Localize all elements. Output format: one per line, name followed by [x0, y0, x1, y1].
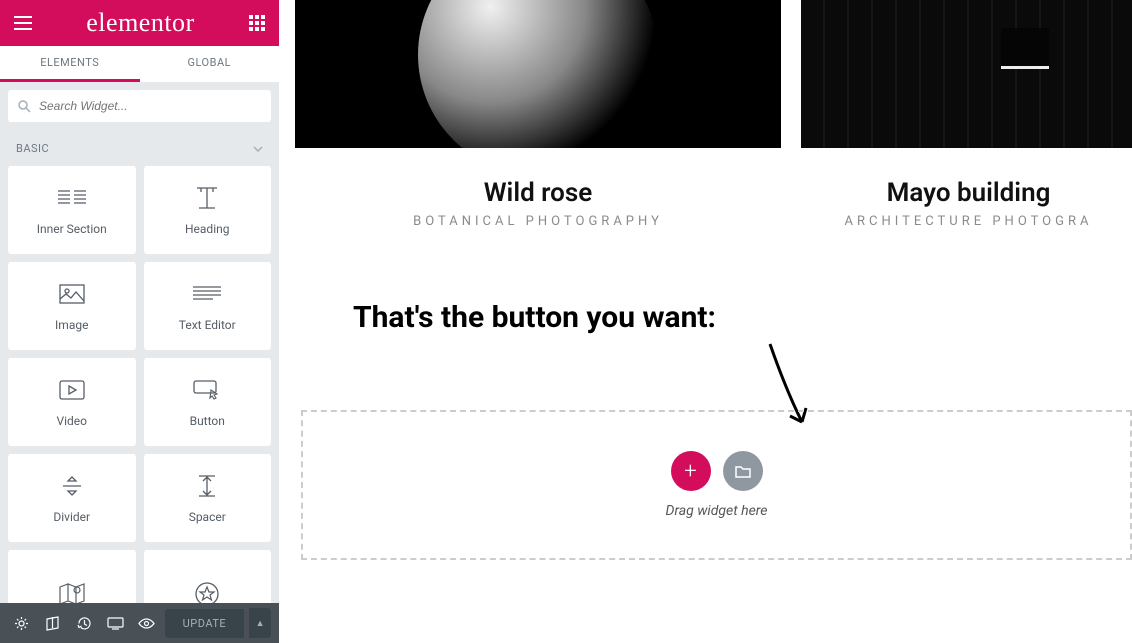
text-editor-icon — [193, 280, 221, 308]
settings-icon[interactable] — [8, 608, 35, 638]
brand-logo: elementor — [86, 8, 194, 38]
widget-spacer[interactable]: Spacer — [144, 454, 272, 542]
chevron-down-icon — [253, 142, 263, 155]
portfolio-subtitle: BOTANICAL PHOTOGRAPHY — [295, 214, 781, 229]
widget-label: Inner Section — [37, 222, 107, 236]
search-container — [0, 82, 279, 130]
widget-label: Divider — [53, 510, 90, 524]
tab-global[interactable]: GLOBAL — [140, 46, 280, 82]
image-icon — [59, 280, 85, 308]
columns-icon — [58, 184, 86, 212]
elementor-panel: elementor ELEMENTS GLOBAL BASIC Inner Se… — [0, 0, 279, 643]
widget-inner-section[interactable]: Inner Section — [8, 166, 136, 254]
tab-elements[interactable]: ELEMENTS — [0, 46, 140, 82]
widget-button[interactable]: Button — [144, 358, 272, 446]
widget-video[interactable]: Video — [8, 358, 136, 446]
annotation-text: That's the button you want: — [353, 300, 716, 335]
widget-label: Button — [190, 414, 225, 428]
panel-header: elementor — [0, 0, 279, 46]
preview-icon[interactable] — [133, 608, 160, 638]
widget-label: Spacer — [189, 510, 226, 524]
panel-footer: UPDATE ▲ — [0, 603, 279, 643]
widget-image[interactable]: Image — [8, 262, 136, 350]
search-box — [8, 90, 271, 122]
widget-label: Heading — [185, 222, 230, 236]
widget-heading[interactable]: Heading — [144, 166, 272, 254]
category-basic[interactable]: BASIC — [0, 130, 279, 166]
button-icon — [193, 376, 221, 404]
widget-grid: Inner Section Heading Image Text Editor … — [0, 166, 279, 603]
widget-divider[interactable]: Divider — [8, 454, 136, 542]
add-section-button[interactable]: + — [671, 451, 711, 491]
menu-icon[interactable] — [14, 16, 32, 30]
divider-icon — [61, 472, 83, 500]
save-options-caret[interactable]: ▲ — [249, 608, 271, 638]
add-template-button[interactable] — [723, 451, 763, 491]
editor-canvas: Wild rose BOTANICAL PHOTOGRAPHY Mayo bui… — [279, 0, 1132, 643]
map-icon — [59, 580, 85, 603]
portfolio-title: Wild rose — [295, 178, 781, 208]
widget-label: Video — [56, 414, 87, 428]
portfolio-image — [801, 0, 1132, 148]
dropzone-buttons: + — [671, 451, 763, 491]
heading-icon — [193, 184, 221, 212]
widget-text-editor[interactable]: Text Editor — [144, 262, 272, 350]
widget-icon[interactable] — [144, 550, 272, 603]
panel-tabs: ELEMENTS GLOBAL — [0, 46, 279, 82]
search-icon — [18, 100, 31, 113]
navigator-icon[interactable] — [39, 608, 66, 638]
widget-label: Image — [55, 318, 88, 332]
category-label: BASIC — [16, 142, 49, 155]
history-icon[interactable] — [71, 608, 98, 638]
video-icon — [59, 376, 85, 404]
widget-label: Text Editor — [179, 318, 236, 332]
search-input[interactable] — [39, 99, 261, 113]
portfolio-row: Wild rose BOTANICAL PHOTOGRAPHY Mayo bui… — [279, 0, 1132, 229]
portfolio-item[interactable]: Wild rose BOTANICAL PHOTOGRAPHY — [295, 0, 781, 229]
portfolio-title: Mayo building — [801, 178, 1132, 208]
update-button[interactable]: UPDATE — [165, 609, 244, 638]
dropzone-hint: Drag widget here — [666, 503, 768, 519]
star-icon — [195, 580, 219, 603]
spacer-icon — [197, 472, 217, 500]
widget-google-maps[interactable] — [8, 550, 136, 603]
drop-zone[interactable]: + Drag widget here — [301, 410, 1132, 560]
responsive-icon[interactable] — [102, 608, 129, 638]
portfolio-item[interactable]: Mayo building ARCHITECTURE PHOTOGRA — [801, 0, 1132, 229]
folder-icon — [735, 465, 751, 478]
apps-icon[interactable] — [249, 15, 265, 31]
portfolio-image — [295, 0, 781, 148]
portfolio-subtitle: ARCHITECTURE PHOTOGRA — [801, 214, 1132, 229]
